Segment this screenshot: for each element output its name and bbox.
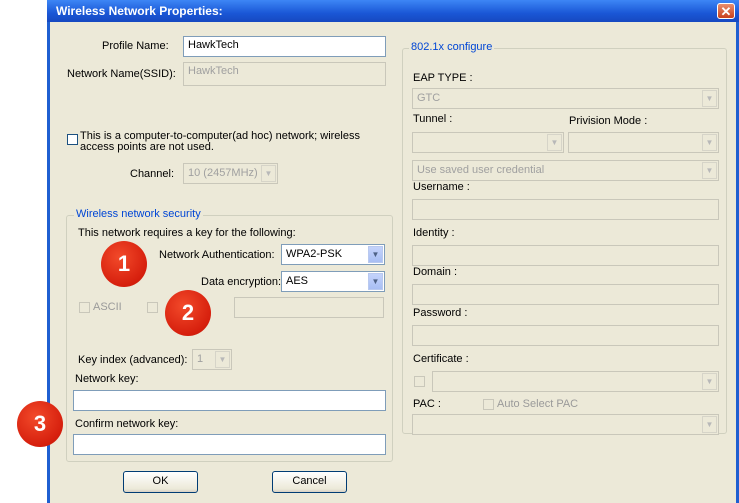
adhoc-label: This is a computer-to-computer(ad hoc) n… (80, 131, 360, 153)
encryption-label: Data encryption: (201, 276, 282, 288)
chevron-down-icon: ▼ (215, 351, 230, 368)
profile-name-label: Profile Name: (102, 40, 169, 52)
close-button[interactable]: ✕ (717, 3, 735, 19)
pac-select[interactable]: ▼ (412, 414, 719, 435)
profile-name-input[interactable]: HawkTech (183, 36, 386, 57)
identity-label: Identity : (413, 227, 455, 239)
identity-input[interactable] (412, 245, 719, 266)
encryption-value: AES (286, 275, 309, 287)
key-index-value: 1 (197, 353, 204, 365)
confirm-key-label: Confirm network key: (75, 418, 179, 430)
passphrase-checkbox[interactable] (147, 302, 158, 313)
ssid-input[interactable]: HawkTech (183, 62, 386, 86)
provision-mode-label: Privision Mode : (569, 115, 648, 127)
callout-badge-3: 3 (17, 401, 63, 447)
credential-value: Use saved user credential (417, 164, 545, 176)
password-input[interactable] (412, 325, 719, 346)
chevron-down-icon: ▼ (702, 90, 717, 107)
tunnel-label: Tunnel : (413, 113, 453, 125)
window-title: Wireless Network Properties: (56, 4, 223, 18)
chevron-down-icon: ▼ (368, 273, 383, 290)
cancel-button[interactable]: Cancel (272, 471, 347, 493)
requires-key-text: This network requires a key for the foll… (78, 227, 296, 239)
ssid-label: Network Name(SSID): (67, 68, 176, 80)
auto-pac-checkbox[interactable] (483, 399, 494, 410)
tunnel-select[interactable]: ▼ (412, 132, 564, 153)
chevron-down-icon: ▼ (702, 134, 717, 151)
dot1x-title: 802.1x configure (409, 41, 495, 53)
ascii-label: ASCII (93, 301, 122, 313)
auth-label: Network Authentication: (159, 249, 275, 261)
ok-button[interactable]: OK (123, 471, 198, 493)
auth-select[interactable]: WPA2-PSK ▼ (281, 244, 385, 265)
chevron-down-icon: ▼ (702, 373, 717, 390)
chevron-down-icon: ▼ (368, 246, 383, 263)
chevron-down-icon: ▼ (702, 416, 717, 433)
callout-badge-1: 1 (101, 241, 147, 287)
password-label: Password : (413, 307, 468, 319)
key-index-label: Key index (advanced): (78, 354, 188, 366)
auth-value: WPA2-PSK (286, 248, 343, 260)
wep-key-input[interactable] (234, 297, 384, 318)
adhoc-checkbox[interactable] (67, 134, 78, 145)
eap-type-label: EAP TYPE : (413, 72, 473, 84)
username-label: Username : (413, 181, 470, 193)
chevron-down-icon: ▼ (261, 165, 276, 182)
adhoc-label-line2: access points are not used. (80, 141, 214, 153)
auto-pac-label: Auto Select PAC (497, 398, 579, 410)
certificate-checkbox[interactable] (414, 376, 425, 387)
network-key-input[interactable] (73, 390, 386, 411)
confirm-key-input[interactable] (73, 434, 386, 455)
domain-input[interactable] (412, 284, 719, 305)
eap-type-select[interactable]: GTC ▼ (412, 88, 719, 109)
channel-label: Channel: (130, 168, 175, 180)
credential-select[interactable]: Use saved user credential ▼ (412, 160, 719, 181)
ascii-checkbox[interactable] (79, 302, 90, 313)
callout-badge-2: 2 (165, 290, 211, 336)
pac-label: PAC : (413, 398, 441, 410)
domain-label: Domain : (413, 266, 458, 278)
username-input[interactable] (412, 199, 719, 220)
encryption-select[interactable]: AES ▼ (281, 271, 385, 292)
provision-mode-select[interactable]: ▼ (568, 132, 719, 153)
certificate-select[interactable]: ▼ (432, 371, 719, 392)
key-index-select[interactable]: 1 ▼ (192, 349, 232, 370)
certificate-label: Certificate : (413, 353, 469, 365)
channel-value: 10 (2457MHz) (188, 167, 258, 179)
network-key-label: Network key: (75, 373, 139, 385)
wireless-security-title: Wireless network security (74, 208, 203, 220)
channel-select[interactable]: 10 (2457MHz) ▼ (183, 163, 278, 184)
chevron-down-icon: ▼ (702, 162, 717, 179)
eap-type-value: GTC (417, 92, 441, 104)
chevron-down-icon: ▼ (547, 134, 562, 151)
